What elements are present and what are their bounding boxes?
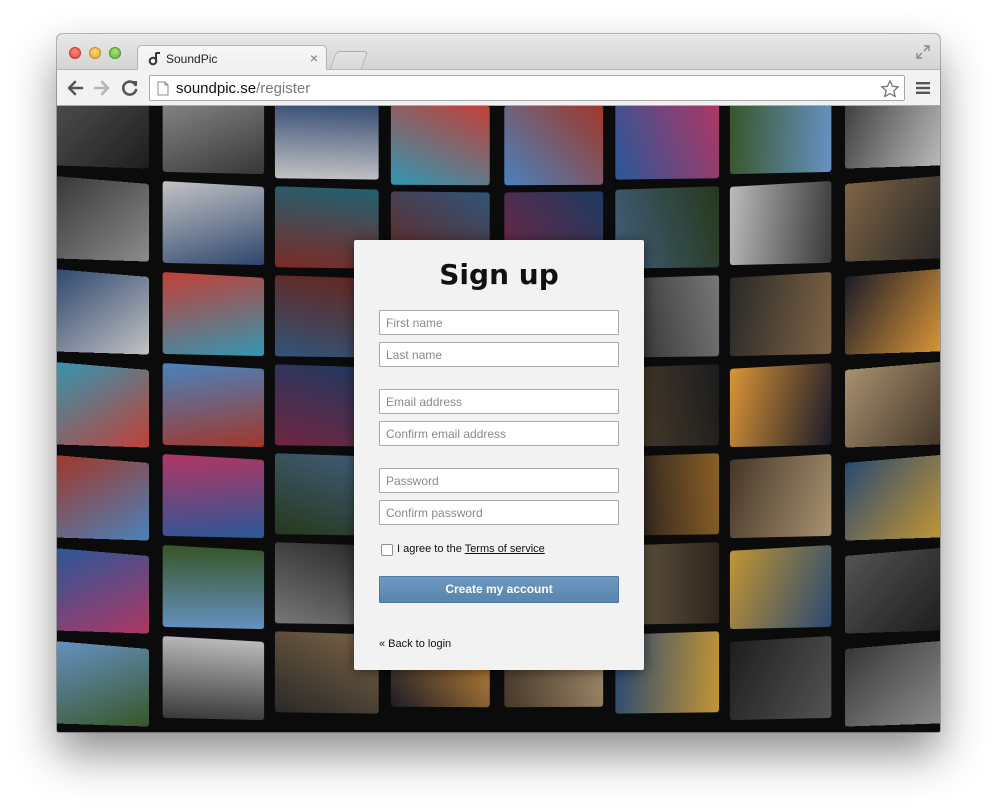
forward-arrow-icon[interactable]	[92, 78, 112, 98]
create-account-button[interactable]: Create my account	[379, 576, 619, 603]
zoom-window-button[interactable]	[109, 47, 121, 59]
page-icon	[157, 81, 169, 96]
password-input[interactable]	[379, 468, 619, 493]
back-arrow-icon[interactable]	[65, 78, 85, 98]
mosaic-photo-tile	[57, 641, 149, 727]
mosaic-photo-tile	[845, 362, 940, 448]
mosaic-photo-tile	[730, 454, 831, 538]
mosaic-photo-tile	[275, 106, 379, 180]
mosaic-photo-tile	[163, 363, 264, 447]
mosaic-photo-tile	[615, 106, 719, 180]
mosaic-photo-tile	[57, 455, 149, 541]
mosaic-photo-tile	[163, 545, 264, 629]
mosaic-photo-tile	[57, 106, 149, 169]
mosaic-photo-tile	[730, 272, 831, 356]
mosaic-photo-tile	[730, 636, 831, 720]
url-path: /register	[256, 80, 310, 97]
mosaic-photo-tile	[391, 106, 490, 185]
new-tab-button[interactable]	[330, 51, 369, 69]
url-text: soundpic.se/register	[176, 80, 310, 97]
fullscreen-icon[interactable]	[916, 45, 930, 59]
mosaic-photo-tile	[730, 106, 831, 174]
mosaic-photo-tile	[163, 636, 264, 720]
tab-strip: SoundPic ×	[57, 34, 940, 70]
mosaic-photo-tile	[845, 548, 940, 634]
signup-title: Sign up	[354, 258, 644, 291]
mosaic-photo-tile	[845, 641, 940, 727]
browser-window: SoundPic × soundpic.se/register Sign up …	[57, 34, 940, 732]
tab-soundpic[interactable]: SoundPic ×	[137, 45, 327, 71]
last-name-input[interactable]	[379, 342, 619, 367]
terms-checkbox[interactable]	[381, 544, 393, 556]
email-input[interactable]	[379, 389, 619, 414]
signup-card: Sign up I agree to the Terms of service …	[354, 240, 644, 670]
terms-of-service-link[interactable]: Terms of service	[465, 543, 545, 555]
mosaic-photo-tile	[57, 362, 149, 448]
confirm-password-input[interactable]	[379, 500, 619, 525]
close-window-button[interactable]	[69, 47, 81, 59]
tab-title: SoundPic	[166, 52, 217, 66]
menu-icon[interactable]	[916, 81, 930, 95]
mosaic-photo-tile	[57, 269, 149, 355]
mosaic-photo-tile	[163, 272, 264, 356]
terms-label: I agree to the Terms of service	[397, 543, 545, 555]
mosaic-photo-tile	[163, 454, 264, 538]
mosaic-photo-tile	[163, 181, 264, 265]
minimize-window-button[interactable]	[89, 47, 101, 59]
tab-close-icon[interactable]: ×	[310, 50, 318, 66]
bookmark-star-icon[interactable]	[880, 79, 900, 99]
mosaic-photo-tile	[845, 455, 940, 541]
mosaic-photo-tile	[504, 106, 603, 185]
mosaic-photo-tile	[57, 176, 149, 262]
address-bar[interactable]: soundpic.se/register	[149, 75, 905, 101]
mosaic-photo-tile	[730, 181, 831, 265]
terms-prefix: I agree to the	[397, 543, 465, 555]
mosaic-photo-tile	[730, 363, 831, 447]
soundpic-favicon-icon	[148, 52, 162, 66]
mosaic-photo-tile	[845, 269, 940, 355]
confirm-email-input[interactable]	[379, 421, 619, 446]
browser-toolbar: soundpic.se/register	[57, 70, 940, 106]
page-viewport: Sign up I agree to the Terms of service …	[57, 106, 940, 732]
first-name-input[interactable]	[379, 310, 619, 335]
mosaic-photo-tile	[163, 106, 264, 174]
mosaic-photo-tile	[845, 106, 940, 169]
mosaic-photo-tile	[730, 545, 831, 629]
mosaic-photo-tile	[57, 548, 149, 634]
mosaic-photo-tile	[845, 176, 940, 262]
back-to-login-link[interactable]: « Back to login	[379, 638, 451, 650]
reload-icon[interactable]	[120, 78, 140, 98]
url-host: soundpic.se	[176, 80, 256, 97]
